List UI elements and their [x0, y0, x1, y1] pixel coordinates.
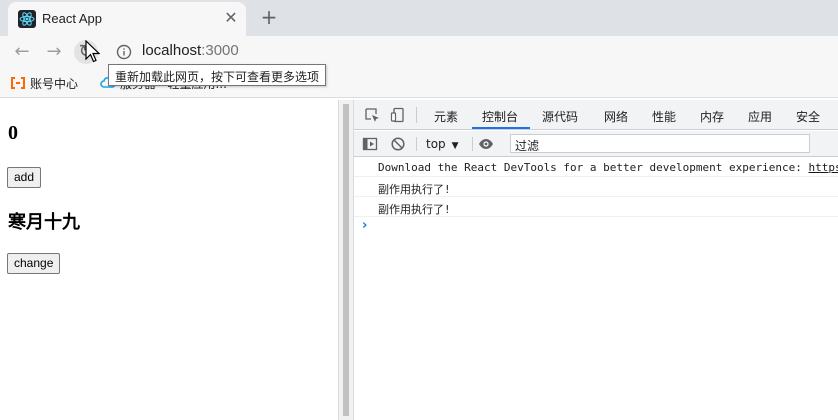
tab-elements[interactable]: 元素: [434, 108, 458, 125]
console-toolbar: top ▼ 过滤: [354, 131, 838, 157]
mouse-cursor-icon: [85, 40, 100, 63]
console-log-text: 副作用执行了!: [378, 203, 451, 216]
tab-console[interactable]: 控制台: [482, 108, 518, 125]
console-log-row: 副作用执行了!: [354, 197, 838, 217]
tab-application[interactable]: 应用: [748, 108, 772, 125]
dropdown-caret-icon: ▼: [451, 141, 459, 151]
name-heading: 寒月十九: [8, 212, 80, 233]
url-host: localhost: [142, 42, 202, 59]
context-value: top: [426, 137, 446, 151]
url-port: :3000: [201, 42, 239, 59]
tab-memory[interactable]: 内存: [700, 108, 724, 125]
inspect-element-icon[interactable]: [364, 107, 380, 123]
sidebar-toggle-icon[interactable]: [362, 136, 378, 152]
address-bar[interactable]: localhost:3000: [108, 38, 828, 66]
page-content: 0 add 寒月十九 change: [0, 100, 338, 420]
devtools-tabbar: 元素 控制台 源代码 网络 性能 内存 应用 安全: [354, 100, 838, 130]
devtools-message: Download the React DevTools for a better…: [378, 161, 809, 174]
console-log-row: 副作用执行了!: [354, 177, 838, 197]
close-tab-icon[interactable]: ✕: [222, 9, 240, 27]
clear-console-icon[interactable]: [390, 136, 406, 152]
console-prompt-icon[interactable]: ›: [362, 218, 367, 233]
toolbar-divider: [416, 137, 417, 151]
reload-tooltip: 重新加载此网页，按下可查看更多选项: [108, 64, 327, 86]
filter-input[interactable]: 过滤: [510, 134, 810, 153]
scrollbar-thumb[interactable]: [343, 104, 349, 416]
bookmark-account-center[interactable]: 账号中心: [10, 75, 78, 92]
bookmark-label: 账号中心: [30, 77, 79, 91]
new-tab-button[interactable]: +: [258, 6, 280, 28]
toolbar-divider: [472, 137, 473, 151]
device-toolbar-icon[interactable]: [390, 107, 406, 123]
info-icon[interactable]: [116, 44, 132, 60]
tab-network[interactable]: 网络: [604, 108, 628, 125]
forward-arrow-icon[interactable]: →: [42, 40, 66, 64]
counter-value: 0: [8, 122, 18, 144]
devtools-panel: 元素 控制台 源代码 网络 性能 内存 应用 安全 top ▼ 过滤 Downl…: [354, 100, 838, 420]
tab-security[interactable]: 安全: [796, 108, 820, 125]
url-text: localhost:3000: [142, 42, 239, 59]
back-arrow-icon[interactable]: ←: [10, 40, 34, 64]
change-button[interactable]: change: [7, 253, 61, 274]
active-tab-indicator: [472, 127, 530, 129]
browser-tab[interactable]: React App ✕: [8, 2, 246, 36]
tab-strip: React App ✕ +: [0, 0, 838, 36]
filter-placeholder: 过滤: [515, 139, 540, 153]
live-expression-eye-icon[interactable]: [478, 136, 494, 152]
react-logo-icon: [18, 10, 36, 28]
context-selector[interactable]: top ▼: [426, 137, 459, 151]
devtools-link[interactable]: https: [808, 161, 838, 174]
aliyun-logo-icon: [11, 77, 25, 89]
tab-performance[interactable]: 性能: [652, 108, 676, 125]
console-message: Download the React DevTools for a better…: [354, 157, 838, 177]
tab-title: React App: [42, 11, 102, 26]
page-scrollbar[interactable]: [338, 100, 354, 420]
tab-sources[interactable]: 源代码: [542, 108, 578, 125]
add-button[interactable]: add: [7, 167, 42, 188]
console-log-text: 副作用执行了!: [378, 183, 451, 196]
toolbar-divider: [416, 107, 417, 123]
console-message-text: Download the React DevTools for a better…: [378, 161, 838, 174]
